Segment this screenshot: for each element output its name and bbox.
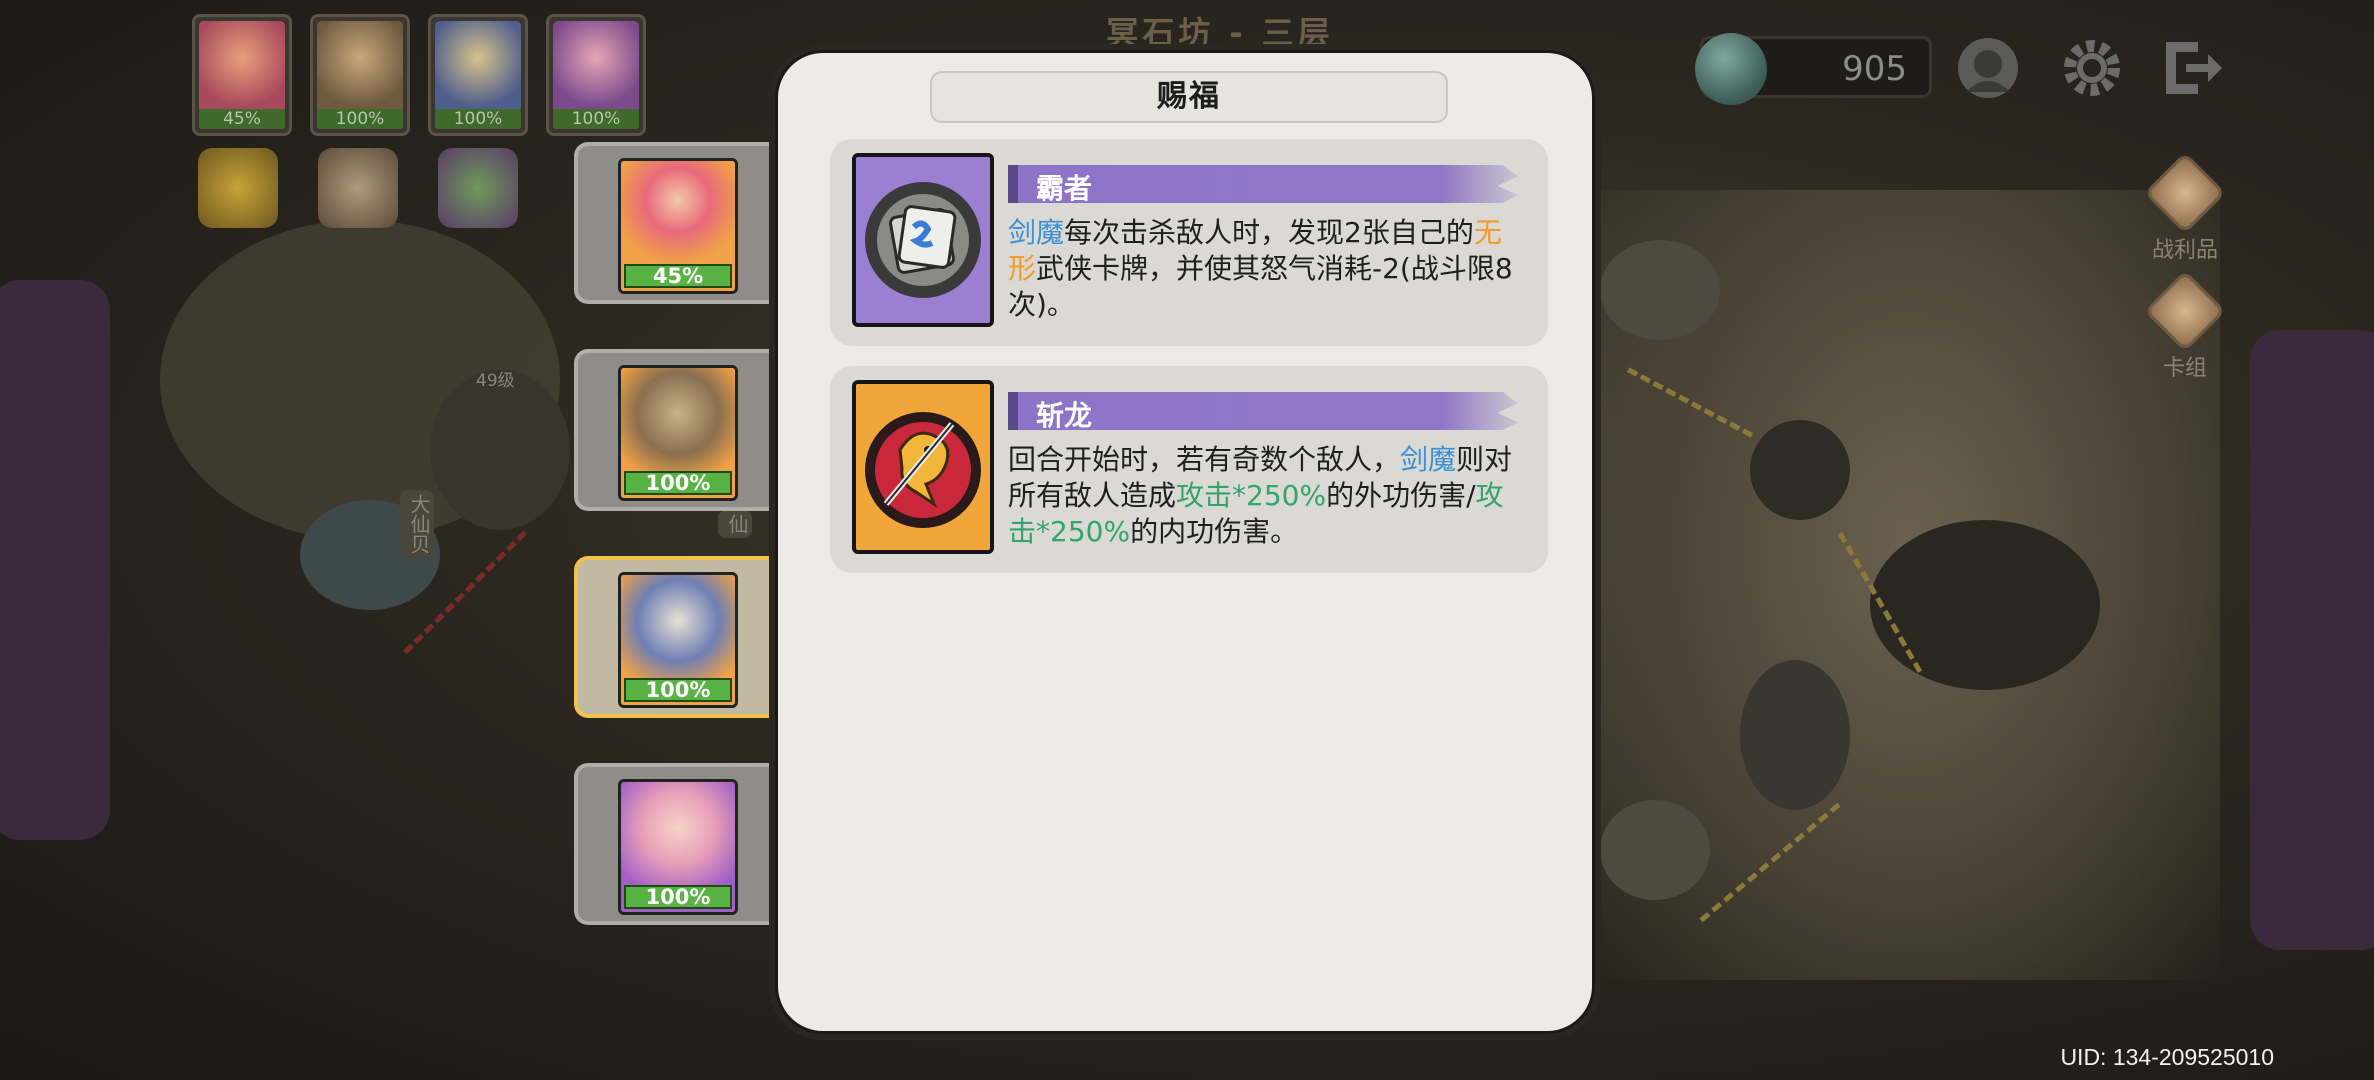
hero-hp-percent: 45% [624, 264, 732, 288]
relic-gold-icon[interactable] [198, 148, 278, 228]
blessing-card-1[interactable]: 霸者 剑魔每次击杀敌人时，发现2张自己的无形武侠卡牌，并使其怒气消耗-2(战斗限… [830, 139, 1548, 346]
enemy-name-tag: 大仙贝 [400, 490, 434, 558]
hero-hp-percent: 100% [624, 885, 732, 909]
party-hp-percent: 45% [199, 109, 285, 129]
party-hp-percent: 100% [435, 109, 521, 129]
relic-stone-icon[interactable] [318, 148, 398, 228]
keyword-hero: 剑魔 [1008, 216, 1065, 249]
altar-ruin [1870, 520, 2100, 690]
party-hp-percent: 100% [317, 109, 403, 129]
shell-node [1600, 800, 1710, 900]
desc-text: 的内功伤害。 [1130, 515, 1299, 548]
currency-display: 905 [1695, 33, 1932, 105]
party-member-3[interactable]: 100% [428, 14, 528, 136]
blessing-description: 剑魔每次击杀敌人时，发现2张自己的无形武侠卡牌，并使其怒气消耗-2(战斗限8次)… [1008, 215, 1526, 323]
desc-text: 武侠卡牌，并使其怒气消耗-2(战斗限8次)。 [1008, 252, 1513, 321]
deck-label: 卡组 [2162, 356, 2207, 381]
blessing-name: 斩龙 [1036, 399, 1093, 432]
settings-icon[interactable] [2054, 30, 2130, 106]
party-member-2[interactable]: 100% [310, 14, 410, 136]
party-portrait [317, 21, 403, 113]
loot-icon [2143, 151, 2227, 235]
currency-value: 905 [1842, 49, 1907, 89]
blessing-name: 霸者 [1036, 172, 1093, 205]
party-portrait [199, 21, 285, 113]
desc-text: 回合开始时，若有奇数个敌人， [1008, 443, 1401, 476]
party-member-4[interactable]: 100% [546, 14, 646, 136]
hero-portrait: 100% [618, 572, 738, 708]
modal-title: 赐福 [930, 71, 1448, 123]
dragon-icon [852, 380, 994, 554]
enemy-character [430, 370, 570, 530]
relic-scroll-icon[interactable] [438, 148, 518, 228]
party-portrait [553, 21, 639, 113]
hero-card-1[interactable]: 45% [574, 142, 774, 304]
blessing-name-banner: 霸者 [1008, 165, 1518, 203]
enemy-level-label: 49级 [476, 371, 515, 391]
desc-text: 的外功伤害/ [1326, 479, 1476, 512]
stage-title: 冥石坊 - 三层 [1106, 14, 1334, 52]
hero-portrait: 100% [618, 365, 738, 501]
hero-hp-percent: 100% [624, 471, 732, 495]
shell-icon [1695, 33, 1767, 105]
loot-button[interactable]: 战利品 [2140, 151, 2230, 264]
hero-card-2[interactable]: 100% [574, 349, 774, 511]
party-portrait [435, 21, 521, 113]
team-icon[interactable] [1950, 30, 2026, 106]
blessing-description: 回合开始时，若有奇数个敌人，剑魔则对所有敌人造成攻击*250%的外功伤害/攻击*… [1008, 442, 1526, 550]
blessing-name-banner: 斩龙 [1008, 392, 1518, 430]
keyword-attack: 攻击*250% [1176, 479, 1327, 512]
party-hp-percent: 100% [553, 109, 639, 129]
card-pack-icon [852, 153, 994, 327]
user-id: UID: 134-209525010 [2060, 1044, 2274, 1070]
party-member-1[interactable]: 45% [192, 14, 292, 136]
hero-card-4[interactable]: 100% [574, 763, 774, 925]
hero-card-3-selected[interactable]: 100% [574, 556, 774, 718]
scene-pillar [0, 280, 110, 840]
player-character [1740, 660, 1850, 810]
deck-icon [2143, 269, 2227, 353]
shell-node [1600, 240, 1720, 340]
loot-label: 战利品 [2151, 238, 2218, 263]
hero-portrait: 45% [618, 158, 738, 294]
desc-text: 每次击杀敌人时，发现2张自己的 [1064, 216, 1474, 249]
keyword-hero: 剑魔 [1400, 443, 1457, 476]
blessing-card-2[interactable]: 斩龙 回合开始时，若有奇数个敌人，剑魔则对所有敌人造成攻击*250%的外功伤害/… [830, 366, 1548, 573]
hero-hp-percent: 100% [624, 678, 732, 702]
hero-portrait: 100% [618, 779, 738, 915]
deck-button[interactable]: 卡组 [2140, 269, 2230, 382]
blessing-modal: 赐福 霸者 剑魔每次击杀敌人时，发现2张自己的无形武侠卡牌，并使其怒气消耗-2(… [775, 50, 1595, 1034]
exit-icon[interactable] [2152, 30, 2228, 106]
scene-pillar [2250, 330, 2374, 950]
rock-node [1750, 420, 1850, 520]
enemy-name-tag: 仙 [718, 510, 752, 538]
